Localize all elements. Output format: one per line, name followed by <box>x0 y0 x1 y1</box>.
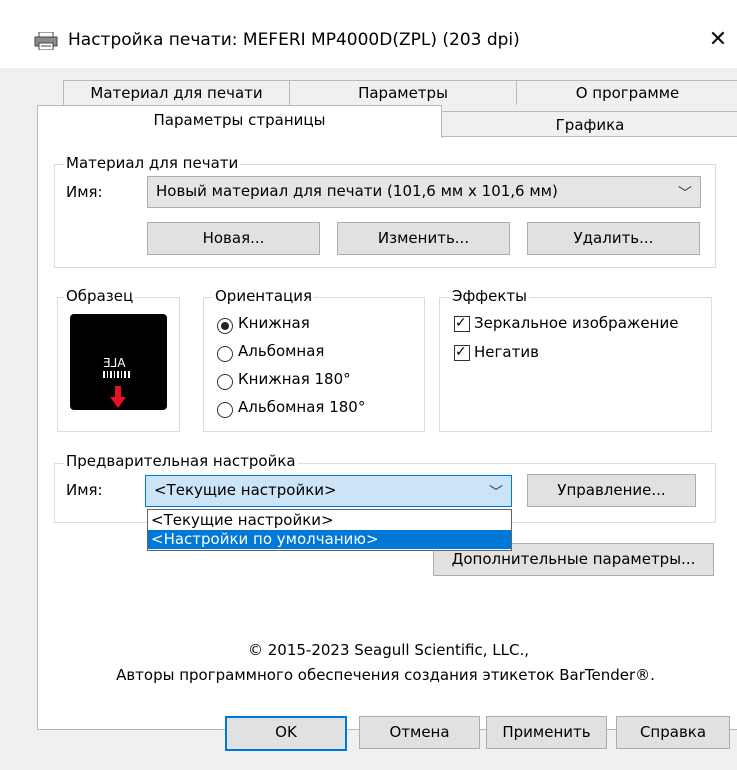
chevron-down-icon: ﹀ <box>678 186 692 202</box>
cancel-button[interactable]: Отмена <box>359 716 480 749</box>
dropdown-option-default[interactable]: <Настройки по умолчанию> <box>148 530 511 549</box>
apply-button[interactable]: Применить <box>486 716 607 749</box>
orientation-landscape-180-radio[interactable] <box>217 402 233 418</box>
orientation-landscape-180-label[interactable]: Альбомная 180° <box>238 398 365 416</box>
help-button[interactable]: Справка <box>616 716 730 749</box>
tab-graphics[interactable]: Графика <box>441 111 737 136</box>
effects-group-label: Эффекты <box>450 287 529 305</box>
preset-dropdown-list: <Текущие настройки> <Настройки по умолча… <box>147 509 512 551</box>
mirror-checkbox[interactable]: ✓ <box>454 315 470 332</box>
chevron-down-icon: ﹀ <box>489 485 503 501</box>
window-title: Настройка печати: MEFERI MP4000D(ZPL) (2… <box>68 30 520 50</box>
preset-name-label: Имя: <box>66 481 103 499</box>
orientation-group-label: Ориентация <box>213 287 315 305</box>
close-icon[interactable]: ✕ <box>700 22 736 58</box>
orientation-portrait-180-radio[interactable] <box>217 374 233 390</box>
preview-label-text: ALE <box>103 356 126 370</box>
orientation-portrait-label[interactable]: Книжная <box>238 314 310 332</box>
sample-group-label: Образец <box>64 287 136 305</box>
media-name-label: Имя: <box>66 183 103 201</box>
checkmark-icon: ✓ <box>455 315 467 331</box>
tab-page-setup[interactable]: Параметры страницы <box>37 105 442 138</box>
sample-preview: ALE <box>70 314 167 410</box>
printer-icon <box>34 32 58 50</box>
ok-button[interactable]: OK <box>225 716 347 751</box>
tab-parameters[interactable]: Параметры <box>289 80 517 105</box>
title-bar: Настройка печати: MEFERI MP4000D(ZPL) (2… <box>0 0 737 68</box>
negative-checkbox[interactable]: ✓ <box>454 344 470 361</box>
media-group-label: Материал для печати <box>64 154 241 172</box>
mirror-label[interactable]: Зеркальное изображение <box>474 314 678 332</box>
print-settings-dialog: Настройка печати: MEFERI MP4000D(ZPL) (2… <box>0 0 737 770</box>
delete-media-button[interactable]: Удалить... <box>527 222 700 255</box>
orientation-landscape-label[interactable]: Альбомная <box>238 342 324 360</box>
preset-name-value: <Текущие настройки> <box>154 481 337 499</box>
media-name-select[interactable]: Новый материал для печати (101,6 мм x 10… <box>147 176 701 208</box>
dropdown-option-current[interactable]: <Текущие настройки> <box>148 511 511 530</box>
orientation-landscape-radio[interactable] <box>217 346 233 362</box>
orientation-portrait-180-label[interactable]: Книжная 180° <box>238 370 351 388</box>
checkmark-icon: ✓ <box>455 344 467 360</box>
copyright-line-2: Авторы программного обеспечения создания… <box>116 666 655 684</box>
tab-media[interactable]: Материал для печати <box>63 80 290 105</box>
preset-name-select[interactable]: <Текущие настройки> ﹀ <box>145 475 512 507</box>
negative-label[interactable]: Негатив <box>474 343 539 361</box>
arrow-down-icon <box>110 386 126 408</box>
media-name-value: Новый материал для печати (101,6 мм x 10… <box>156 182 558 200</box>
tab-about[interactable]: О программе <box>516 80 737 105</box>
barcode-icon <box>103 371 130 378</box>
orientation-portrait-radio[interactable] <box>217 318 233 334</box>
manage-presets-button[interactable]: Управление... <box>527 474 696 507</box>
edit-media-button[interactable]: Изменить... <box>337 222 510 255</box>
copyright-line-1: © 2015-2023 Seagull Scientific, LLC., <box>247 641 530 659</box>
new-media-button[interactable]: Новая... <box>147 222 320 255</box>
preset-group-label: Предварительная настройка <box>64 452 298 470</box>
